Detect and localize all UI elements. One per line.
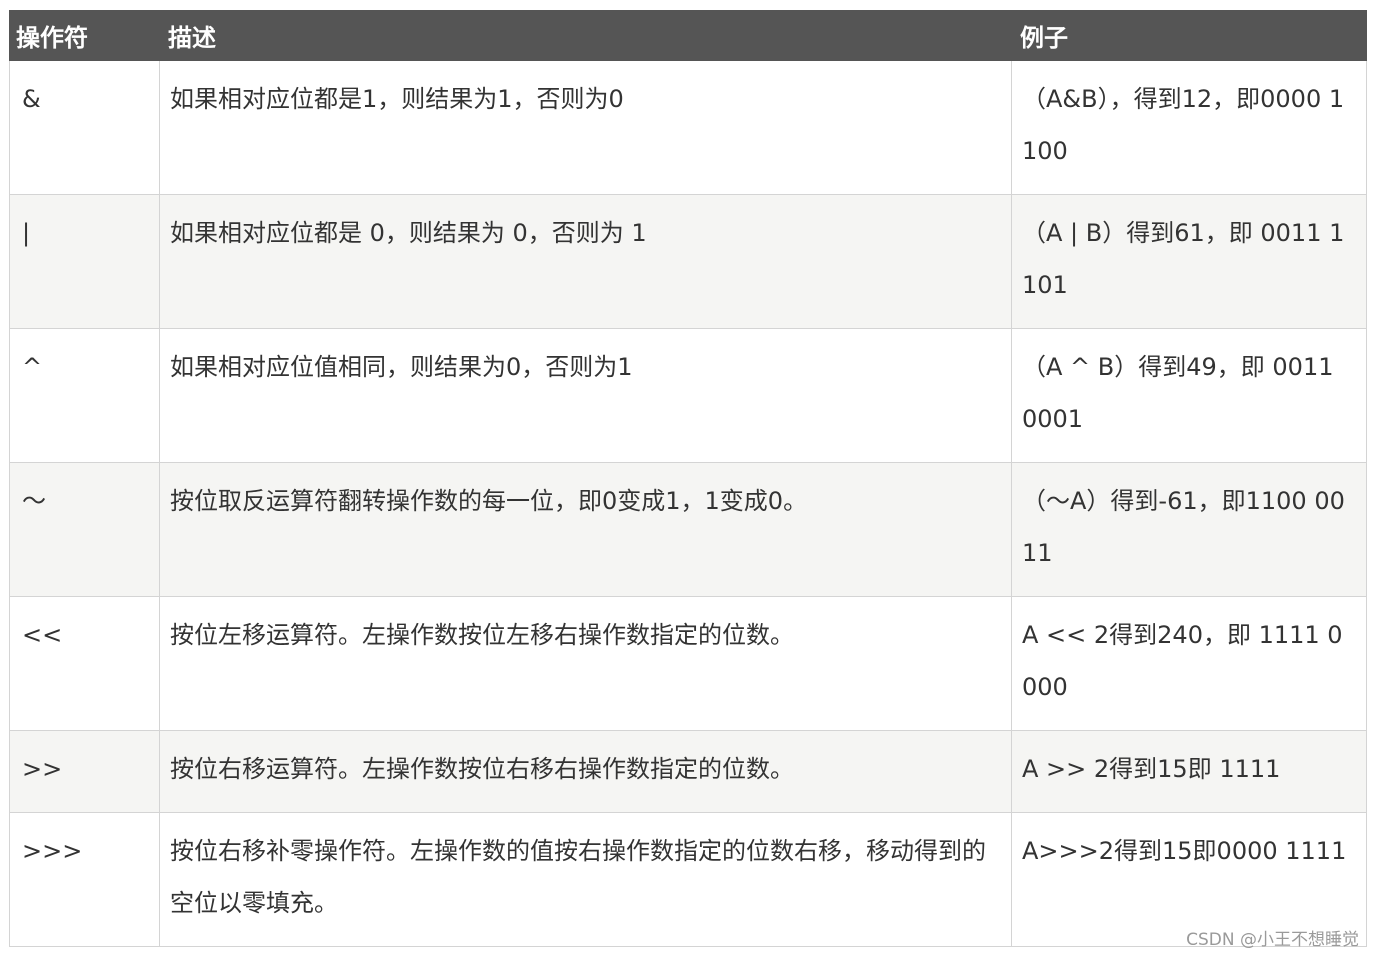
table-row: ^ 如果相对应位值相同，则结果为0，否则为1 （A ^ B）得到49，即 001… xyxy=(9,328,1367,463)
table-row: >> 按位右移运算符。左操作数按位右移右操作数指定的位数。 A >> 2得到15… xyxy=(9,730,1367,813)
header-example: 例子 xyxy=(1011,10,1367,61)
description-cell: 按位取反运算符翻转操作数的每一位，即0变成1，1变成0。 xyxy=(159,462,1012,597)
example-cell: （A | B）得到61，即 0011 1101 xyxy=(1011,194,1367,329)
description-cell: 如果相对应位值相同，则结果为0，否则为1 xyxy=(159,328,1012,463)
description-cell: 如果相对应位都是 0，则结果为 0，否则为 1 xyxy=(159,194,1012,329)
description-cell: 如果相对应位都是1，则结果为1，否则为0 xyxy=(159,60,1012,195)
operator-cell: 〜 xyxy=(9,462,160,597)
header-row: 操作符 描述 例子 xyxy=(9,10,1367,61)
description-cell: 按位右移补零操作符。左操作数的值按右操作数指定的位数右移，移动得到的空位以零填充… xyxy=(159,812,1012,947)
operator-cell: >> xyxy=(9,730,160,813)
header-operator: 操作符 xyxy=(9,10,160,61)
table-row: 〜 按位取反运算符翻转操作数的每一位，即0变成1，1变成0。 （〜A）得到-61… xyxy=(9,462,1367,597)
description-cell: 按位左移运算符。左操作数按位左移右操作数指定的位数。 xyxy=(159,596,1012,731)
table-row: << 按位左移运算符。左操作数按位左移右操作数指定的位数。 A << 2得到24… xyxy=(9,596,1367,731)
example-cell: （〜A）得到-61，即1100 0011 xyxy=(1011,462,1367,597)
table-row: & 如果相对应位都是1，则结果为1，否则为0 （A&B），得到12，即0000 … xyxy=(9,60,1367,195)
table-row: | 如果相对应位都是 0，则结果为 0，否则为 1 （A | B）得到61，即 … xyxy=(9,194,1367,329)
operator-cell: | xyxy=(9,194,160,329)
example-cell: A << 2得到240，即 1111 0000 xyxy=(1011,596,1367,731)
operator-cell: & xyxy=(9,60,160,195)
example-cell: （A&B），得到12，即0000 1100 xyxy=(1011,60,1367,195)
description-cell: 按位右移运算符。左操作数按位右移右操作数指定的位数。 xyxy=(159,730,1012,813)
example-cell: （A ^ B）得到49，即 0011 0001 xyxy=(1011,328,1367,463)
operators-table: 操作符 描述 例子 & 如果相对应位都是1，则结果为1，否则为0 （A&B），得… xyxy=(9,10,1367,947)
operator-cell: ^ xyxy=(9,328,160,463)
operator-cell: << xyxy=(9,596,160,731)
example-cell: A >> 2得到15即 1111 xyxy=(1011,730,1367,813)
csdn-watermark: CSDN @小王不想睡觉 xyxy=(1186,930,1359,950)
table-row: >>> 按位右移补零操作符。左操作数的值按右操作数指定的位数右移，移动得到的空位… xyxy=(9,812,1367,947)
operator-cell: >>> xyxy=(9,812,160,947)
header-description: 描述 xyxy=(159,10,1012,61)
